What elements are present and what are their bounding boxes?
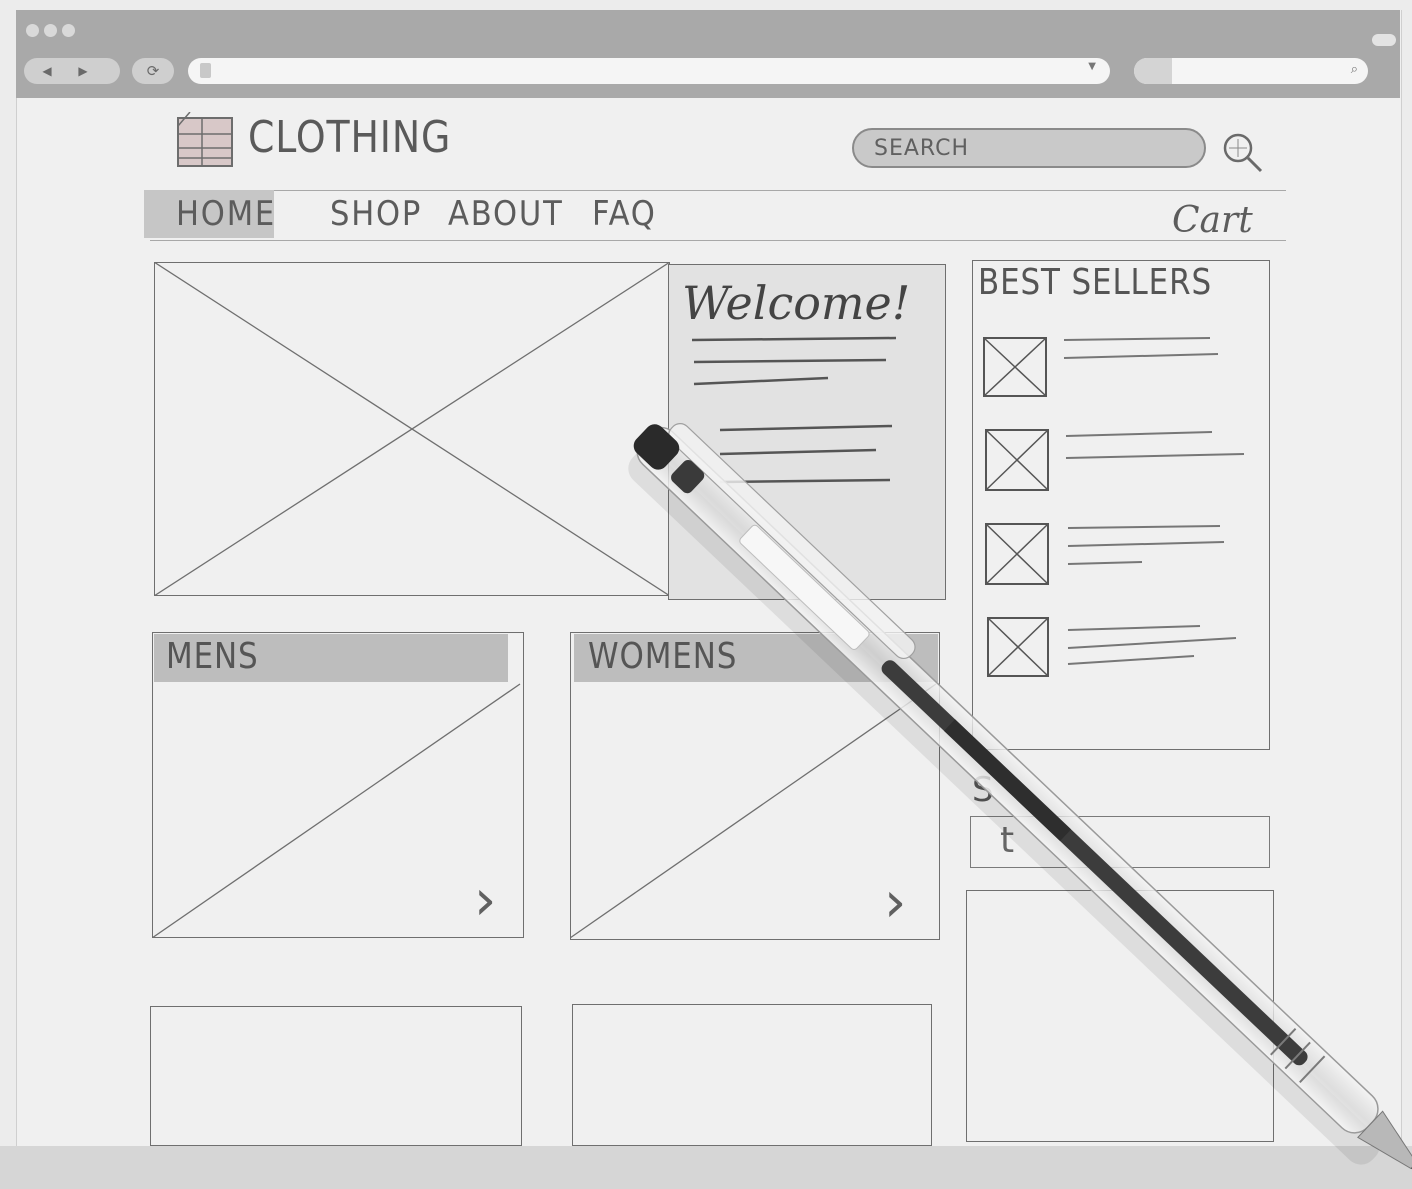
page-icon [200, 63, 211, 78]
back-arrow-icon[interactable]: ◀ [38, 62, 56, 80]
search-engine-selector[interactable] [1134, 58, 1172, 84]
search-placeholder: SEARCH [874, 136, 970, 161]
address-bar[interactable]: ▼ [188, 58, 1110, 84]
window-dot-minimize[interactable] [44, 24, 57, 37]
browser-toolbar [16, 10, 1400, 98]
content-box-middle [572, 1004, 932, 1146]
womens-next-chevron-icon[interactable]: › [884, 870, 906, 935]
bottom-edge [0, 1146, 1412, 1189]
mens-heading: MENS [166, 636, 259, 677]
sidebar-bottom-box [966, 890, 1274, 1142]
best-seller-item-4 [987, 617, 1237, 677]
nav-bottom-rule [150, 240, 1286, 241]
nav-about[interactable]: ABOUT [448, 194, 564, 234]
best-seller-item-3 [985, 523, 1225, 585]
social-t-icon[interactable]: t [1000, 820, 1014, 861]
best-sellers-list [983, 337, 1245, 677]
content-box-left [150, 1006, 522, 1146]
welcome-heading: Welcome! [682, 276, 911, 330]
hanger-logo-icon [177, 112, 233, 167]
mens-next-chevron-icon[interactable]: › [474, 868, 496, 933]
nav-shop[interactable]: SHOP [330, 194, 422, 234]
browser-search-input[interactable]: ⌕ [1134, 58, 1368, 84]
back-forward-group: ◀ ▶ [24, 58, 120, 84]
welcome-text-lines [691, 336, 897, 484]
best-seller-item-2 [985, 429, 1245, 491]
mens-image-placeholder [152, 683, 521, 938]
cart-link[interactable]: Cart [1172, 200, 1253, 241]
search-icon[interactable] [1220, 130, 1264, 174]
forward-arrow-icon[interactable]: ▶ [74, 62, 92, 80]
social-bar [970, 816, 1270, 868]
site-search-input[interactable]: SEARCH [852, 128, 1206, 168]
nav-faq[interactable]: FAQ [592, 194, 657, 234]
nav-home[interactable]: HOME [176, 194, 276, 234]
magnifier-icon[interactable]: ⌕ [1351, 62, 1358, 77]
hero-image-cross [154, 262, 670, 596]
social-heading: S [972, 770, 994, 810]
window-dot-close[interactable] [26, 24, 39, 37]
logo-text[interactable]: CLOTHING [248, 112, 451, 163]
best-sellers-heading: BEST SELLERS [978, 262, 1212, 303]
reload-icon[interactable]: ⟳ [132, 58, 174, 84]
womens-heading: WOMENS [588, 636, 738, 677]
window-dot-maximize[interactable] [62, 24, 75, 37]
window-control-pill [1372, 34, 1396, 46]
dropdown-caret-icon[interactable]: ▼ [1088, 61, 1096, 72]
best-seller-item-1 [983, 337, 1219, 397]
nav-top-rule [150, 190, 1286, 191]
